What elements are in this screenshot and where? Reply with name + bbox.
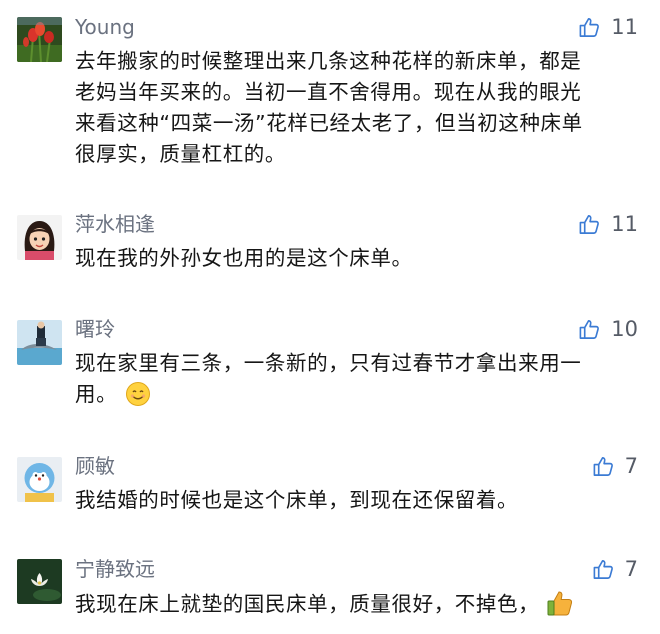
comment-text: 去年搬家的时候整理出来几条这种花样的新床单，都是 老妈当年买来的。当初一直不舍得… — [75, 46, 650, 170]
comment-line: 老妈当年买来的。当初一直不舍得用。现在从我的眼光 — [75, 80, 582, 104]
dolphin-photo-avatar-image — [17, 320, 62, 365]
thumbs-up-outline-icon — [579, 319, 600, 339]
comment-line: 我结婚的时候也是这个床单，到现在还保留着。 — [75, 488, 519, 512]
smile-emoji-icon — [126, 382, 151, 406]
cartoon-girl-avatar-image — [17, 215, 62, 260]
comment-line: 现在我的外孙女也用的是这个床单。 — [75, 246, 413, 270]
avatar[interactable] — [17, 559, 62, 604]
username[interactable]: 萍水相逢 — [75, 211, 155, 237]
like-count: 11 — [611, 15, 638, 39]
like-button[interactable]: 11 — [578, 13, 638, 41]
like-button[interactable]: 7 — [592, 555, 638, 583]
comment-text: 我结婚的时候也是这个床单，到现在还保留着。 — [75, 485, 650, 516]
thumbs-up-emoji-icon — [547, 591, 573, 616]
comment-line: 我现在床上就垫的国民床单，质量很好，不掉色， — [75, 592, 540, 616]
username[interactable]: 曙玲 — [75, 316, 115, 342]
avatar[interactable] — [17, 320, 62, 365]
comment-line: 来看这种“四菜一汤”花样已经太老了，但当初这种床单 — [75, 111, 583, 135]
like-count: 10 — [611, 317, 638, 341]
like-button[interactable]: 10 — [578, 315, 638, 343]
comment-line-with-emoji: 我现在床上就垫的国民床单，质量很好，不掉色， — [75, 588, 650, 620]
avatar[interactable] — [17, 457, 62, 502]
comment-line-with-emoji: 用。 — [75, 379, 650, 410]
like-button[interactable]: 7 — [592, 452, 638, 480]
avatar[interactable] — [17, 17, 62, 62]
like-count: 7 — [624, 454, 638, 478]
like-button[interactable]: 11 — [578, 210, 638, 238]
comment-line: 现在家里有三条，一条新的，只有过春节才拿出来用一 — [75, 351, 582, 375]
thumbs-up-outline-icon — [593, 456, 613, 476]
username[interactable]: Young — [75, 14, 135, 40]
comment-line: 很厚实，质量杠杠的。 — [75, 142, 286, 166]
username[interactable]: 顾敏 — [75, 453, 115, 479]
blue-cartoon-avatar-image — [17, 457, 62, 502]
comment-line: 去年搬家的时候整理出来几条这种花样的新床单，都是 — [75, 49, 582, 73]
thumbs-up-outline-icon — [579, 17, 600, 37]
like-count: 7 — [624, 557, 638, 581]
username[interactable]: 宁静致远 — [75, 556, 155, 582]
like-count: 11 — [611, 212, 638, 236]
red-flower-avatar-image — [17, 17, 62, 62]
comment-text: 现在家里有三条，一条新的，只有过春节才拿出来用一 用。 — [75, 348, 650, 410]
comment-text: 现在我的外孙女也用的是这个床单。 — [75, 243, 650, 274]
white-lotus-avatar-image — [17, 559, 62, 604]
thumbs-up-outline-icon — [593, 559, 613, 579]
thumbs-up-outline-icon — [579, 214, 600, 234]
comment-text: 我现在床上就垫的国民床单，质量很好，不掉色， — [75, 588, 650, 620]
comment-line: 用。 — [75, 382, 118, 406]
avatar[interactable] — [17, 215, 62, 260]
